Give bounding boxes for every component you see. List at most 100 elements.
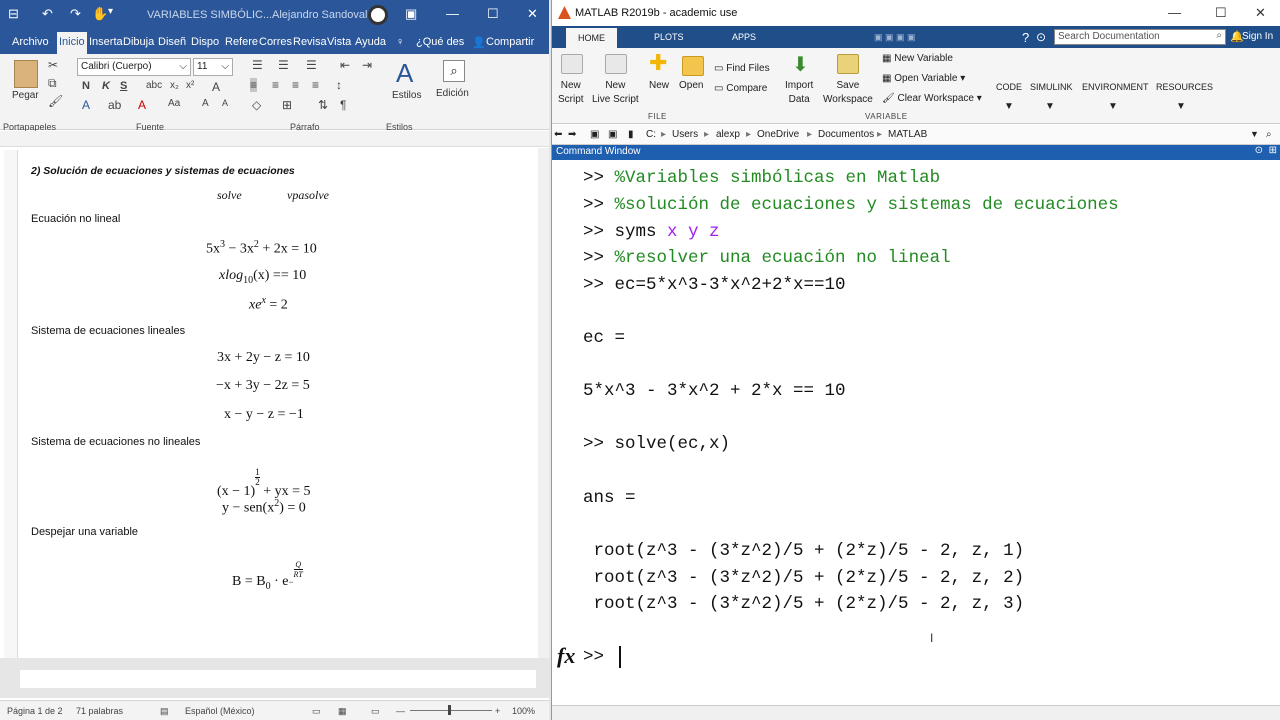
tab-insertar[interactable]: Inserta	[89, 36, 123, 48]
italic-icon[interactable]: K	[102, 80, 110, 92]
justify-icon[interactable]: ≡	[312, 78, 319, 92]
command-window[interactable]: >> %Variables simbólicas en Matlab >> %s…	[552, 160, 1280, 705]
styles-button[interactable]: Estilos	[392, 90, 421, 101]
forward-icon[interactable]: ➡	[568, 129, 576, 140]
font-name-select[interactable]: Calibri (Cuerpo) ⌵	[77, 58, 191, 76]
tab-correspondencia[interactable]: Corres	[259, 36, 292, 48]
chevron-down-icon[interactable]: ▼	[1045, 100, 1055, 114]
share-button[interactable]: Compartir	[486, 36, 534, 48]
window-options-icon[interactable]: ⊙	[1255, 145, 1263, 156]
grow-font-icon[interactable]: A	[202, 98, 209, 109]
expand-icon[interactable]: ⊞	[1269, 145, 1277, 156]
word-count[interactable]: 71 palabras	[76, 706, 123, 716]
path-documentos[interactable]: Documentos	[818, 129, 874, 140]
lightbulb-icon[interactable]: ♀	[396, 36, 404, 48]
tab-inicio[interactable]: Inicio	[57, 32, 87, 54]
share-icon[interactable]: 👤	[472, 36, 486, 49]
tell-me-box[interactable]: ¿Qué des	[416, 36, 464, 48]
new-plus-icon[interactable]: ✚	[649, 50, 667, 76]
compare-button[interactable]: ▭ Compare	[714, 82, 767, 96]
vertical-ruler[interactable]	[4, 150, 18, 658]
search-icon[interactable]: ⌕	[1266, 129, 1272, 140]
sign-in-link[interactable]: Sign In	[1242, 31, 1273, 42]
open-button[interactable]: Open	[679, 79, 703, 93]
superscript-icon[interactable]: x²	[186, 80, 194, 91]
borders-icon[interactable]: ⊞	[282, 98, 292, 112]
highlight-icon[interactable]: ab	[108, 98, 121, 112]
save-workspace-button[interactable]: Save Workspace	[823, 79, 873, 107]
decrease-indent-icon[interactable]: ⇤	[340, 58, 350, 72]
new-script-button[interactable]: New Script	[558, 79, 584, 107]
paste-icon[interactable]	[14, 60, 38, 88]
import-data-icon[interactable]: ⬇	[792, 52, 809, 77]
cut-icon[interactable]: ✂	[48, 58, 58, 72]
line-spacing-icon[interactable]: ↕	[336, 78, 342, 92]
tab-referencias[interactable]: Refere	[225, 36, 258, 48]
underline-icon[interactable]: S	[120, 80, 127, 92]
tab-revisar[interactable]: Revisa	[293, 36, 327, 48]
numbering-icon[interactable]: ☰	[278, 58, 289, 72]
quick-access-more-icon[interactable]: ▾	[108, 6, 113, 17]
avatar[interactable]	[368, 5, 388, 25]
multilevel-list-icon[interactable]: ☰	[306, 58, 317, 72]
tab-apps[interactable]: APPS	[732, 32, 756, 42]
change-case-icon[interactable]: Aa	[168, 98, 180, 109]
open-variable-button[interactable]: ▦ Open Variable ▾	[882, 72, 965, 86]
font-color-icon[interactable]: A	[138, 98, 146, 112]
current-folder-bar[interactable]: ⬅ ➡ ▣ ▣ ▮ C: ▸ Users ▸ alexp ▸ OneDrive …	[552, 125, 1280, 145]
clear-workspace-button[interactable]: 🖌 Clear Workspace ▾	[882, 92, 982, 106]
focus-mode-icon[interactable]: ▭	[312, 706, 321, 717]
zoom-slider-handle[interactable]	[448, 705, 451, 715]
strikethrough-icon[interactable]: abc	[146, 80, 162, 91]
tab-plots[interactable]: PLOTS	[654, 32, 684, 42]
path-onedrive[interactable]: OneDrive	[757, 129, 799, 140]
tab-diseno[interactable]: Diseñ	[158, 36, 186, 48]
path-alexp[interactable]: alexp	[716, 129, 740, 140]
undo-icon[interactable]: ↶	[42, 6, 53, 22]
up-folder-icon[interactable]: ▣	[590, 129, 599, 140]
ribbon-display-icon[interactable]: ▣	[405, 6, 417, 22]
tab-archivo[interactable]: Archivo	[12, 36, 49, 48]
shrink-font-icon[interactable]: A	[222, 98, 228, 108]
new-live-script-icon[interactable]	[605, 54, 627, 74]
increase-indent-icon[interactable]: ⇥	[362, 58, 372, 72]
new-button[interactable]: New	[649, 79, 669, 93]
new-script-icon[interactable]	[561, 54, 583, 74]
proofing-icon[interactable]: ▤	[160, 706, 169, 717]
help-icon[interactable]: ?	[1022, 30, 1029, 45]
show-marks-icon[interactable]: ¶	[340, 98, 346, 112]
function-browser-icon[interactable]: fx	[557, 643, 575, 669]
editing-button[interactable]: Edición	[436, 88, 469, 99]
font-size-select[interactable]: 11 ⌵	[193, 58, 233, 76]
command-prompt[interactable]: >>	[583, 647, 615, 667]
save-workspace-icon[interactable]	[837, 54, 859, 74]
horizontal-ruler[interactable]	[0, 131, 549, 147]
open-folder-icon[interactable]	[682, 56, 704, 76]
tab-vista[interactable]: Vista	[327, 36, 351, 48]
tab-home[interactable]: HOME	[566, 28, 617, 49]
zoom-level[interactable]: 100%	[512, 706, 535, 716]
search-documentation-input[interactable]: Search Documentation ⌕	[1054, 29, 1226, 45]
print-layout-icon[interactable]: ▦	[338, 706, 347, 717]
paste-button[interactable]: Pegar	[12, 90, 39, 101]
styles-icon[interactable]: A	[396, 58, 413, 89]
quick-access-toolbar-icon[interactable]: ▣ ▣ ▣ ▣	[874, 32, 916, 43]
document-scrollbar[interactable]	[538, 148, 549, 658]
search-icon[interactable]: ⌕	[443, 60, 465, 82]
document-page[interactable]: 2) Solución de ecuaciones y sistemas de …	[20, 148, 536, 658]
community-icon[interactable]: ⊙	[1036, 30, 1046, 44]
clear-format-icon[interactable]: A	[212, 80, 220, 94]
minimize-icon[interactable]: —	[1168, 5, 1181, 20]
touch-mode-icon[interactable]: ✋	[92, 6, 108, 22]
subscript-icon[interactable]: x₂	[170, 80, 179, 91]
close-icon[interactable]: ✕	[1255, 5, 1266, 21]
align-center-icon[interactable]: ≡	[272, 78, 279, 92]
chevron-down-icon[interactable]: ▼	[1176, 100, 1186, 114]
copy-icon[interactable]: ⧉	[48, 76, 57, 91]
format-painter-icon[interactable]: 🖌	[48, 94, 63, 108]
autosave-icon[interactable]: ⊟	[8, 6, 19, 22]
document-page-2[interactable]	[20, 670, 536, 688]
zoom-in-icon[interactable]: +	[495, 706, 500, 716]
web-layout-icon[interactable]: ▭	[371, 706, 380, 717]
find-files-button[interactable]: ▭ Find Files	[714, 62, 770, 76]
